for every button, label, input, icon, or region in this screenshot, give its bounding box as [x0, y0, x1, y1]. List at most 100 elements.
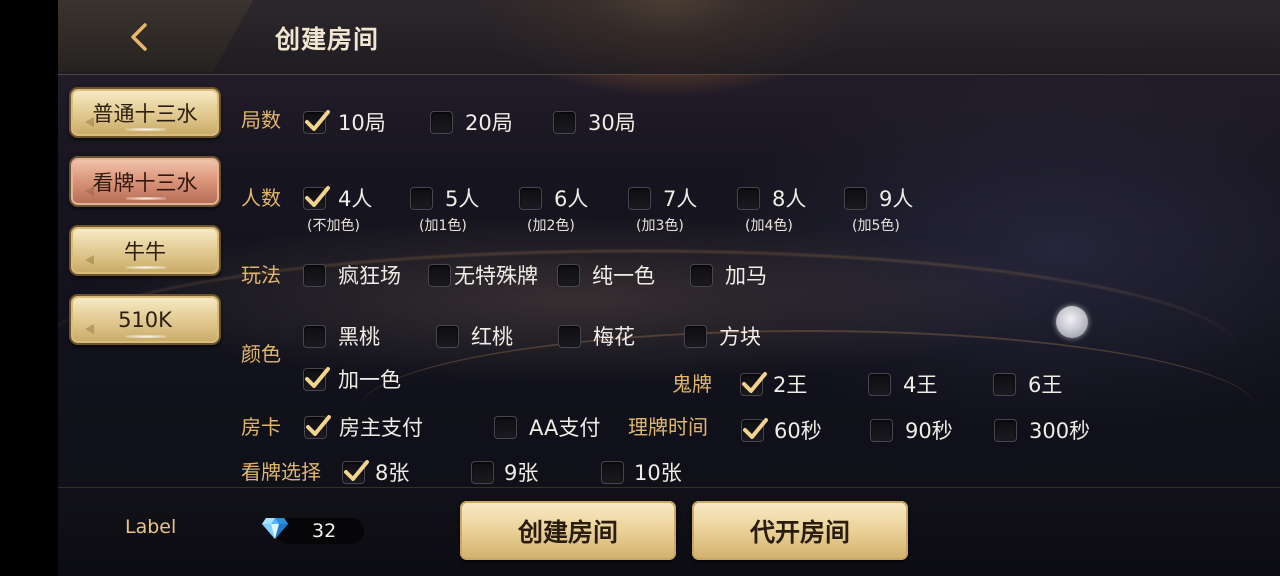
option-players-6[interactable]: 6人	[519, 183, 588, 213]
option-time-60[interactable]: 60秒	[741, 415, 822, 445]
checkbox[interactable]	[737, 186, 760, 210]
option-color-diamonds[interactable]: 方块	[684, 321, 761, 351]
card-count: 32	[312, 520, 337, 542]
game-tab-label: 牛牛	[124, 239, 166, 264]
option-mode-pure-color[interactable]: 纯一色	[557, 260, 655, 290]
option-label: 300秒	[1029, 419, 1091, 443]
option-mode-crazy[interactable]: 疯狂场	[303, 260, 401, 290]
option-time-90[interactable]: 90秒	[870, 415, 953, 445]
color-label: 颜色	[241, 342, 281, 366]
checkbox[interactable]	[868, 372, 891, 396]
checkbox[interactable]	[740, 371, 767, 396]
option-players-5[interactable]: 5人	[410, 183, 479, 213]
game-tab-normal-13[interactable]: 普通十三水	[69, 87, 221, 138]
game-tab-view-13[interactable]: 看牌十三水	[69, 156, 221, 207]
option-players-4[interactable]: 4人	[303, 183, 372, 213]
arrange-time-label: 理牌时间	[628, 415, 708, 439]
checkbox[interactable]	[303, 366, 330, 391]
back-button[interactable]	[118, 18, 160, 56]
option-label: 疯狂场	[338, 264, 401, 288]
checkbox[interactable]	[303, 263, 326, 287]
checkbox[interactable]	[601, 460, 624, 484]
option-label: 9张	[504, 461, 539, 485]
checkbox[interactable]	[303, 109, 330, 134]
proxy-room-button[interactable]: 代开房间	[692, 501, 908, 560]
option-label: 4人	[338, 187, 373, 211]
option-pay-aa[interactable]: AA支付	[494, 412, 600, 442]
checkbox[interactable]	[436, 324, 459, 348]
option-label: 无特殊牌	[454, 264, 538, 288]
option-rounds-10[interactable]: 10局	[303, 107, 386, 137]
option-view-9[interactable]: 9张	[471, 457, 538, 487]
mode-label: 玩法	[241, 263, 281, 287]
checkmark-icon	[305, 185, 330, 207]
checkbox[interactable]	[471, 460, 494, 484]
room-card-label: 房卡	[241, 415, 281, 439]
option-pay-owner[interactable]: 房主支付	[304, 412, 423, 442]
checkbox[interactable]	[430, 110, 453, 134]
option-players-9[interactable]: 9人	[844, 183, 913, 213]
option-color-clubs[interactable]: 梅花	[558, 321, 635, 351]
checkbox[interactable]	[553, 110, 576, 134]
checkmark-icon	[306, 414, 331, 436]
checkbox[interactable]	[494, 415, 517, 439]
checkmark-icon	[743, 417, 768, 439]
option-color-add-one[interactable]: 加一色	[303, 364, 401, 394]
player-sub-6: (加2色)	[527, 218, 575, 234]
checkbox[interactable]	[741, 417, 768, 442]
checkbox[interactable]	[684, 324, 707, 348]
checkbox[interactable]	[993, 372, 1016, 396]
option-ghost-4[interactable]: 4王	[868, 369, 937, 399]
option-ghost-2[interactable]: 2王	[740, 369, 807, 399]
checkbox[interactable]	[628, 186, 651, 210]
option-label: 8张	[375, 461, 410, 485]
option-rounds-20[interactable]: 20局	[430, 107, 513, 137]
option-label: 黑桃	[338, 325, 380, 349]
option-players-8[interactable]: 8人	[737, 183, 806, 213]
checkbox[interactable]	[342, 459, 369, 484]
option-label: 30局	[588, 111, 636, 135]
ghost-label: 鬼牌	[672, 372, 712, 396]
checkbox[interactable]	[303, 324, 326, 348]
option-color-spades[interactable]: 黑桃	[303, 321, 380, 351]
game-tab-niuniu[interactable]: 牛牛	[69, 225, 221, 276]
player-sub-7: (加3色)	[636, 218, 684, 234]
option-players-7[interactable]: 7人	[628, 183, 697, 213]
tab-arrow-icon	[85, 255, 94, 265]
option-view-8[interactable]: 8张	[342, 457, 409, 487]
game-stage: 创建房间 普通十三水 看牌十三水 牛牛 510K 局数 10局 20局 30局 …	[58, 0, 1280, 576]
floating-assist-button[interactable]	[1056, 306, 1088, 338]
option-time-300[interactable]: 300秒	[994, 415, 1090, 445]
checkmark-icon	[305, 109, 330, 131]
game-tab-label: 510K	[118, 307, 172, 332]
game-tab-510k[interactable]: 510K	[69, 294, 221, 345]
checkbox[interactable]	[519, 186, 542, 210]
option-label: 方块	[719, 325, 761, 349]
checkbox[interactable]	[303, 185, 330, 210]
checkbox[interactable]	[994, 418, 1017, 442]
option-rounds-30[interactable]: 30局	[553, 107, 636, 137]
checkbox[interactable]	[870, 418, 893, 442]
checkbox[interactable]	[690, 263, 713, 287]
checkbox[interactable]	[410, 186, 433, 210]
option-view-10[interactable]: 10张	[601, 457, 682, 487]
checkbox[interactable]	[557, 263, 580, 287]
option-ghost-6[interactable]: 6王	[993, 369, 1062, 399]
diamond-icon	[262, 518, 288, 539]
checkbox[interactable]	[428, 263, 451, 287]
create-room-button[interactable]: 创建房间	[460, 501, 676, 560]
checkbox[interactable]	[558, 324, 581, 348]
option-label: 10张	[634, 461, 682, 485]
checkbox[interactable]	[844, 186, 867, 210]
option-label: 2王	[773, 373, 808, 397]
option-mode-add-horse[interactable]: 加马	[690, 260, 767, 290]
tab-arrow-icon	[85, 324, 94, 334]
option-mode-no-special[interactable]: 无特殊牌	[428, 260, 538, 290]
player-sub-8: (加4色)	[745, 218, 793, 234]
player-sub-4: (不加色)	[307, 218, 360, 234]
option-label: 4王	[903, 373, 938, 397]
checkbox[interactable]	[304, 414, 331, 439]
option-label: 9人	[879, 187, 914, 211]
option-color-hearts[interactable]: 红桃	[436, 321, 513, 351]
player-sub-9: (加5色)	[852, 218, 900, 234]
